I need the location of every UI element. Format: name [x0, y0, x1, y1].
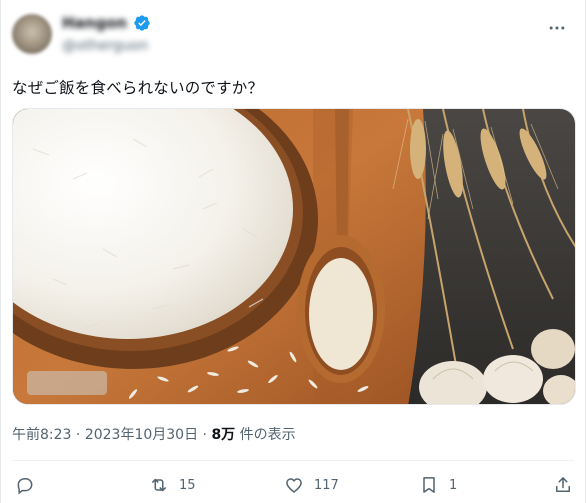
meta-separator: ·	[75, 427, 81, 443]
bookmark-button[interactable]: 1	[419, 470, 457, 500]
meta-separator: ·	[202, 427, 207, 443]
reply-button[interactable]	[15, 470, 45, 500]
post-container: Hangon @otherguon なぜご飯を食べられないのですか？ 午前8:2…	[0, 0, 586, 503]
retweet-count: 15	[179, 477, 196, 493]
rice-photo	[13, 109, 575, 404]
post-time[interactable]: 午前8:23	[12, 427, 71, 443]
share-button[interactable]	[553, 470, 573, 500]
more-icon[interactable]	[547, 18, 567, 38]
reply-icon	[17, 478, 33, 495]
retweet-button[interactable]: 15	[149, 470, 196, 500]
bookmark-icon	[423, 477, 435, 493]
post-text: なぜご飯を食べられないのですか？	[12, 79, 264, 97]
bookmark-count: 1	[449, 477, 458, 493]
post-date[interactable]: 2023年10月30日	[85, 427, 198, 443]
share-icon	[556, 477, 570, 492]
like-count: 117	[314, 477, 339, 493]
divider	[12, 460, 574, 461]
verified-icon	[134, 15, 150, 31]
author-name[interactable]: Hangon	[62, 14, 127, 32]
author-handle[interactable]: @otherguon	[62, 38, 148, 54]
retweet-icon	[152, 478, 166, 492]
views-count: 8万	[211, 427, 236, 443]
like-icon	[286, 478, 302, 493]
like-button[interactable]: 117	[284, 470, 339, 500]
post-image[interactable]	[12, 108, 576, 405]
views-label: 件の表示	[239, 427, 296, 443]
action-bar: 15 117 1	[1, 470, 587, 500]
post-metadata: 午前8:23 · 2023年10月30日 · 8万 件の表示	[12, 424, 296, 444]
author-name-row[interactable]: Hangon	[62, 14, 151, 32]
avatar[interactable]	[12, 14, 52, 54]
